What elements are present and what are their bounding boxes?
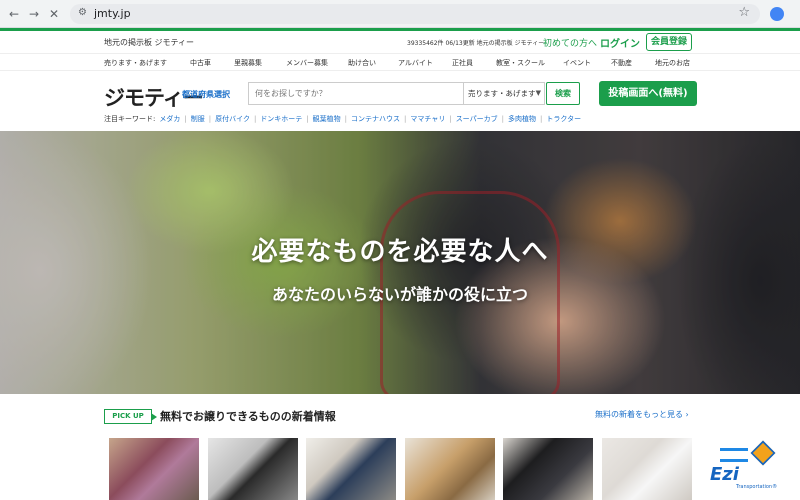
- pickup-section-title: 無料でお譲りできるものの新着情報: [160, 410, 336, 423]
- hero-banner: 必要なものを必要な人へ あなたのいらないが誰かの役に立つ: [0, 131, 800, 394]
- search-input[interactable]: [249, 83, 463, 104]
- site-info-icon[interactable]: ⚙: [78, 7, 87, 18]
- address-bar[interactable]: ⚙ jmty.jp ☆: [70, 4, 760, 24]
- close-icon[interactable]: ✕: [46, 6, 62, 22]
- listing-thumbnail[interactable]: [109, 438, 199, 500]
- category-link[interactable]: 売ります・あげます: [104, 58, 167, 68]
- box-icon: [750, 440, 776, 466]
- keyword-link[interactable]: トラクター: [546, 115, 581, 123]
- listing-thumbnail[interactable]: [503, 438, 593, 500]
- top-header: 地元の掲示板 ジモティー 39335462件 06/13更新 地元の掲示板 ジモ…: [0, 31, 800, 53]
- category-link[interactable]: 教室・スクール: [496, 58, 545, 68]
- keyword-link[interactable]: ドンキホーテ: [260, 115, 302, 123]
- listing-thumbnail[interactable]: [208, 438, 298, 500]
- category-link[interactable]: 中古車: [190, 58, 211, 68]
- keyword-link[interactable]: 多肉植物: [508, 115, 536, 123]
- watermark-sub: Transportation®: [736, 484, 778, 490]
- category-link[interactable]: 助け合い: [348, 58, 376, 68]
- listing-thumbnail[interactable]: [405, 438, 495, 500]
- category-link[interactable]: 正社員: [452, 58, 473, 68]
- category-link[interactable]: アルバイト: [398, 58, 433, 68]
- listing-thumbnail[interactable]: [602, 438, 692, 500]
- listing-thumbnail[interactable]: [306, 438, 396, 500]
- site-tagline: 地元の掲示板 ジモティー: [104, 38, 195, 47]
- keyword-link[interactable]: ママチャリ: [410, 115, 445, 123]
- url-text[interactable]: jmty.jp: [94, 7, 131, 20]
- bookmark-star-icon[interactable]: ☆: [738, 5, 750, 20]
- ezi-transportation-logo: Ezi Transportation®: [706, 440, 788, 496]
- keywords-label: 注目キーワード:: [104, 115, 156, 123]
- category-link[interactable]: 地元のお店: [655, 58, 690, 68]
- category-link[interactable]: 里親募集: [234, 58, 262, 68]
- trending-keywords: 注目キーワード: メダカ | 制服 | 原付バイク | ドンキホーテ | 観葉植物 | コンテナハウス…: [104, 115, 582, 123]
- hero-headline: 必要なものを必要な人へ: [251, 237, 549, 267]
- keyword-link[interactable]: 観葉植物: [313, 115, 341, 123]
- first-time-link[interactable]: 初めての方へ: [543, 36, 597, 49]
- keyword-link[interactable]: 制服: [191, 115, 205, 123]
- register-button[interactable]: 会員登録: [646, 33, 692, 51]
- pickup-more-link[interactable]: 無料の新着をもっと見る ›: [595, 409, 689, 420]
- back-icon[interactable]: ←: [6, 6, 22, 22]
- hero-subheadline: あなたのいらないが誰かの役に立つ: [271, 285, 528, 304]
- keyword-link[interactable]: コンテナハウス: [351, 115, 400, 123]
- keyword-link[interactable]: メダカ: [159, 115, 180, 123]
- post-listing-button[interactable]: 投稿画面へ(無料): [599, 81, 697, 106]
- keyword-link[interactable]: 原付バイク: [215, 115, 250, 123]
- extension-icon[interactable]: [770, 7, 784, 21]
- keyword-link[interactable]: スーパーカブ: [456, 115, 498, 123]
- category-link[interactable]: メンバー募集: [286, 58, 328, 68]
- browser-toolbar: ← → ✕ ⚙ jmty.jp ☆: [0, 0, 800, 28]
- listing-count: 39335462件 06/13更新 地元の掲示板 ジモティー: [407, 40, 545, 47]
- category-link[interactable]: イベント: [563, 58, 591, 68]
- forward-icon[interactable]: →: [26, 6, 42, 22]
- category-nav: 売ります・あげます 中古車 里親募集 メンバー募集 助け合い アルバイト 正社員…: [0, 53, 800, 71]
- search-button[interactable]: 検索: [546, 82, 580, 105]
- chevron-down-icon: ▼: [535, 89, 541, 97]
- search-box: 売ります・あげます ▼: [248, 82, 545, 105]
- category-dropdown-value: 売ります・あげます: [468, 89, 536, 98]
- watermark-name: Ezi: [710, 464, 739, 485]
- prefecture-select-link[interactable]: 都道府県選択: [182, 89, 230, 100]
- login-link[interactable]: ログイン: [600, 35, 640, 50]
- category-dropdown[interactable]: 売ります・あげます ▼: [463, 83, 545, 104]
- pickup-badge: PICK UP: [104, 409, 157, 424]
- category-link[interactable]: 不動産: [611, 58, 632, 68]
